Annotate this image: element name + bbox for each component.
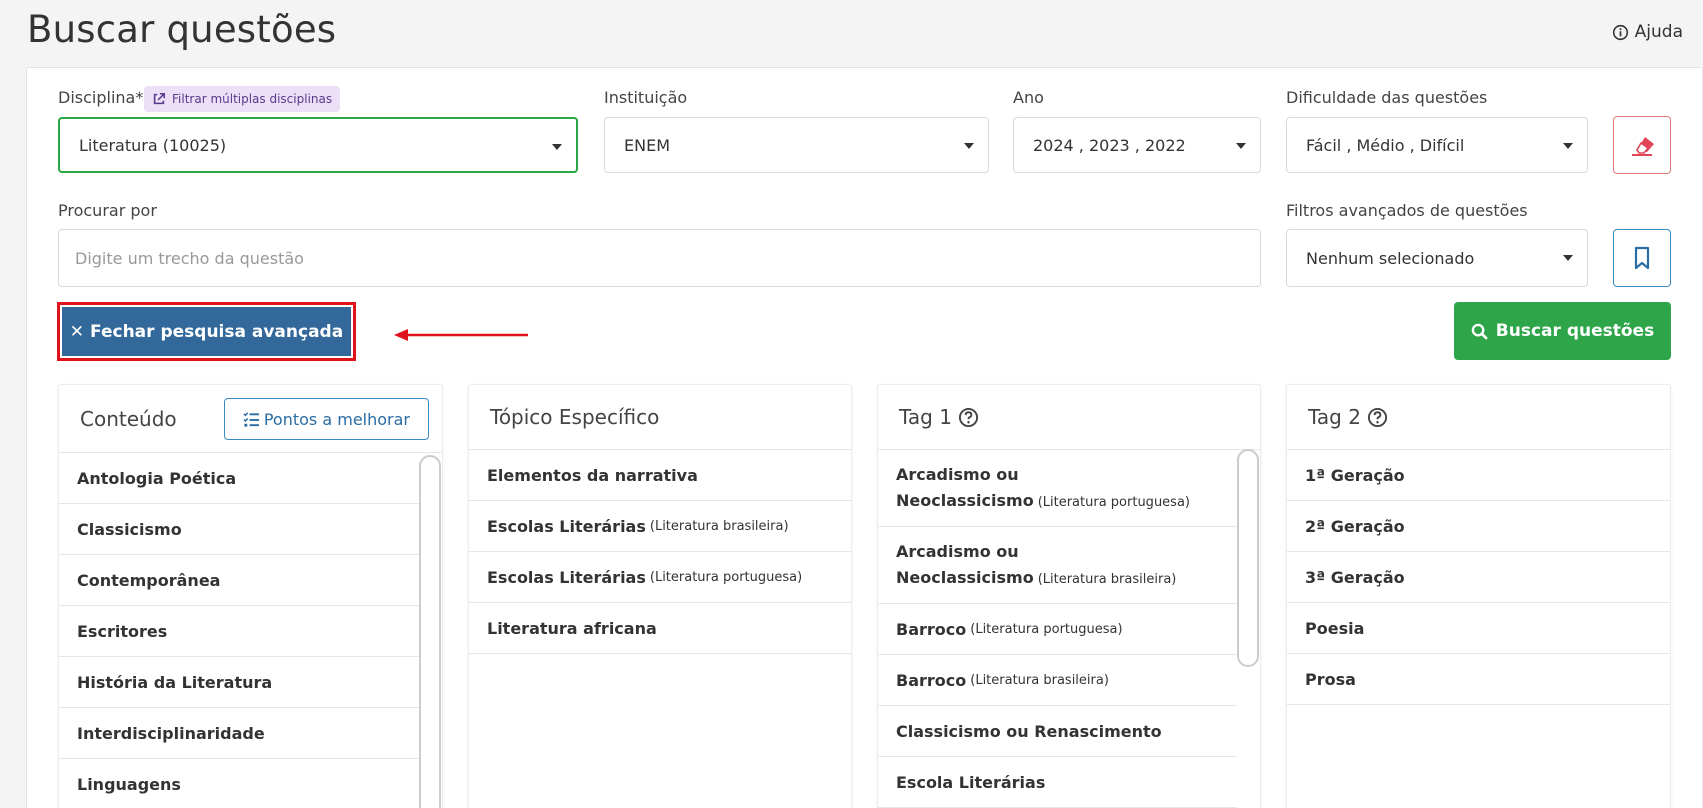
list-check-icon [243, 411, 259, 427]
conteudo-item[interactable]: Interdisciplinaridade [59, 708, 419, 759]
tag1-item-main: Arcadismo ou Neoclassicismo [896, 542, 1034, 587]
topico-item-sub: (Literatura brasileira) [649, 518, 789, 534]
tag1-item-main: Classicismo ou Renascimento [896, 721, 1162, 741]
avancados-label: Filtros avançados de questões [1286, 201, 1528, 220]
topico-item[interactable]: Literatura africana [469, 603, 851, 654]
caret-down-icon [964, 143, 974, 149]
help-label: Ajuda [1634, 22, 1683, 42]
tag1-item-sub: (Literatura brasileira) [1037, 572, 1177, 587]
topico-item[interactable]: Escolas Literárias (Literatura brasileira… [469, 501, 851, 552]
conteudo-item[interactable]: História da Literatura [59, 657, 419, 708]
caret-down-icon [1563, 255, 1573, 261]
avancados-select[interactable]: Nenhum selecionado [1286, 229, 1588, 287]
tag2-item[interactable]: 3ª Geração [1287, 552, 1670, 603]
tag1-item[interactable]: Arcadismo ou Neoclassicismo (Literatura p… [878, 450, 1237, 527]
tag2-item[interactable]: 1ª Geração [1287, 450, 1670, 501]
tag1-item[interactable]: Classicismo ou Renascimento [878, 706, 1237, 757]
topico-item-main: Escolas Literárias [487, 567, 646, 587]
tag1-item-sub: (Literatura brasileira) [970, 672, 1109, 688]
tag1-item-main: Barroco [896, 619, 967, 639]
topico-item-main: Escolas Literárias [487, 516, 646, 536]
instituicao-select[interactable]: ENEM [604, 117, 989, 173]
topico-item[interactable]: Elementos da narrativa [469, 450, 851, 501]
disciplina-value: Literatura (10025) [79, 135, 227, 155]
ano-value: 2024 , 2023 , 2022 [1033, 135, 1186, 155]
pontos-a-melhorar-button[interactable]: Pontos a melhorar [223, 398, 429, 440]
procurar-label: Procurar por [58, 201, 157, 220]
tag1-item[interactable]: Escola Literárias [878, 757, 1237, 808]
tag2-item[interactable]: Prosa [1287, 654, 1670, 705]
topico-panel: Tópico Específico Elementos da narrativa… [468, 384, 852, 808]
tag1-scrollbar[interactable] [1237, 449, 1259, 667]
conteudo-item[interactable]: Contemporânea [59, 555, 419, 606]
tag1-item-sub: (Literatura portuguesa) [970, 621, 1123, 637]
pontos-a-melhorar-label: Pontos a melhorar [263, 409, 410, 429]
caret-down-icon [1563, 143, 1573, 149]
tag2-panel: Tag 2 1ª Geração 2ª Geração 3ª Geração P… [1286, 384, 1671, 808]
instituicao-label: Instituição [604, 88, 688, 107]
eraser-icon [1632, 137, 1654, 156]
close-advanced-label: Fechar pesquisa avançada [90, 321, 344, 342]
tag1-item[interactable]: Barroco (Literatura brasileira) [878, 655, 1237, 706]
close-icon: ✕ [69, 321, 85, 342]
topico-item-main: Literatura africana [487, 618, 657, 638]
tag1-item-main: Barroco [896, 670, 967, 690]
tag1-title: Tag 1 [899, 405, 952, 429]
search-questions-label: Buscar questões [1495, 321, 1655, 341]
question-circle-icon[interactable] [1367, 407, 1388, 428]
topico-item-sub: (Literatura portuguesa) [649, 569, 803, 585]
disciplina-label: Disciplina* [58, 88, 144, 107]
conteudo-item[interactable]: Classicismo [59, 504, 419, 555]
close-advanced-search-button[interactable]: ✕ Fechar pesquisa avançada [57, 302, 356, 361]
multi-discipline-badge[interactable]: Filtrar múltiplas disciplinas [144, 86, 341, 112]
bookmark-icon [1634, 246, 1650, 270]
tag1-item-sub: (Literatura portuguesa) [1037, 495, 1190, 510]
caret-down-icon [552, 144, 562, 150]
tag1-panel: Tag 1 Arcadismo ou Neoclassicismo (Litera… [877, 384, 1261, 808]
conteudo-scrollbar[interactable] [419, 455, 441, 808]
disciplina-select[interactable]: Literatura (10025) [58, 117, 578, 173]
topico-title: Tópico Específico [490, 405, 660, 429]
conteudo-item[interactable]: Escritores [59, 606, 419, 657]
dificuldade-select[interactable]: Fácil , Médio , Difícil [1286, 117, 1588, 173]
tag2-item[interactable]: Poesia [1287, 603, 1670, 654]
conteudo-title: Conteúdo [80, 406, 177, 431]
dificuldade-value: Fácil , Médio , Difícil [1306, 135, 1465, 155]
tag1-item-main: Escola Literárias [896, 772, 1046, 792]
annotation-arrow [394, 329, 528, 341]
tag2-title: Tag 2 [1308, 405, 1361, 429]
search-questions-button[interactable]: Buscar questões [1454, 302, 1671, 360]
topico-item-main: Elementos da narrativa [487, 465, 698, 485]
conteudo-item[interactable]: Antologia Poética [59, 453, 419, 504]
info-icon [1612, 24, 1628, 40]
tag2-item[interactable]: 2ª Geração [1287, 501, 1670, 552]
search-icon [1471, 323, 1488, 339]
clear-filters-button[interactable] [1613, 116, 1671, 174]
page-title: Buscar questões [27, 8, 337, 51]
tag1-item[interactable]: Arcadismo ou Neoclassicismo (Literatura b… [878, 527, 1237, 604]
question-circle-icon[interactable] [958, 407, 979, 428]
ano-select[interactable]: 2024 , 2023 , 2022 [1013, 117, 1261, 173]
instituicao-value: ENEM [624, 135, 670, 155]
avancados-value: Nenhum selecionado [1306, 248, 1475, 268]
dificuldade-label: Dificuldade das questões [1286, 88, 1488, 107]
external-link-icon [153, 92, 166, 105]
multi-discipline-label: Filtrar múltiplas disciplinas [172, 92, 333, 106]
conteudo-panel: Conteúdo Pontos a melhorar Antologia Poé… [58, 384, 443, 808]
help-link[interactable]: Ajuda [1612, 22, 1683, 42]
topico-item[interactable]: Escolas Literárias (Literatura portuguesa… [469, 552, 851, 603]
tag1-item[interactable]: Barroco (Literatura portuguesa) [878, 604, 1237, 655]
tag1-item-main: Arcadismo ou Neoclassicismo [896, 465, 1034, 510]
caret-down-icon [1236, 143, 1246, 149]
conteudo-item[interactable]: Linguagens [59, 759, 419, 808]
search-text-input[interactable] [58, 229, 1261, 287]
ano-label: Ano [1013, 88, 1044, 107]
saved-filters-button[interactable] [1613, 229, 1671, 287]
